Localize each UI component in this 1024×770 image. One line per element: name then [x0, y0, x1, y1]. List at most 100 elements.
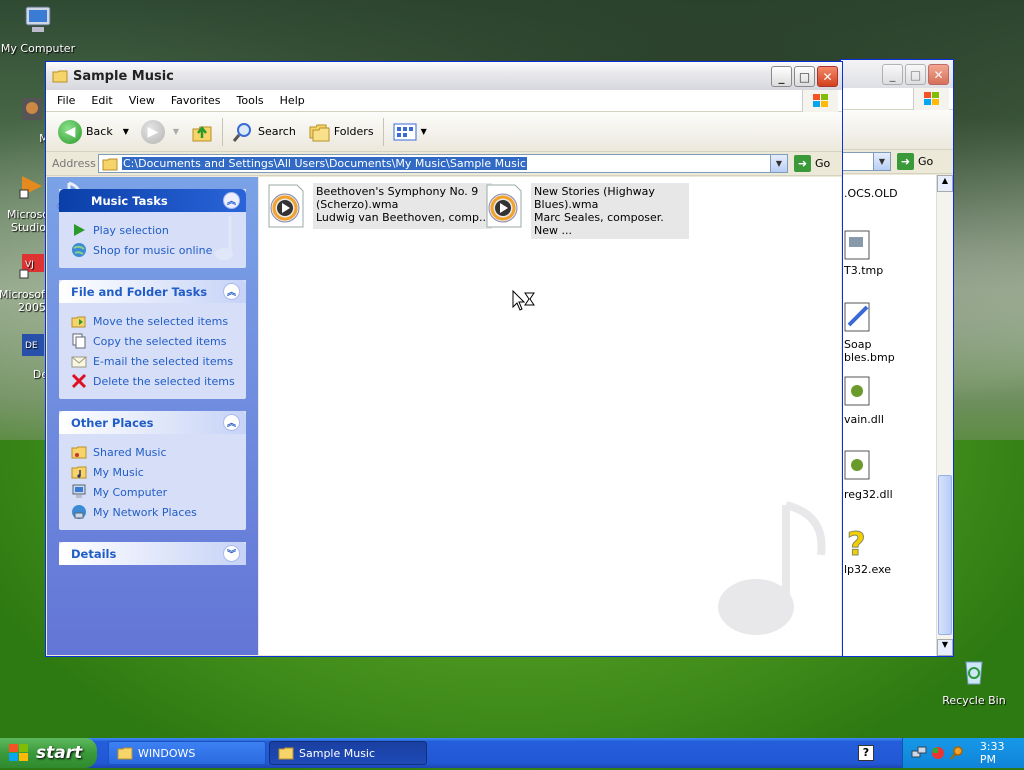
views-icon — [393, 123, 417, 140]
folders-button[interactable]: Folders — [302, 117, 380, 147]
maximize-button[interactable]: □ — [905, 64, 926, 85]
dll-file-icon[interactable] — [841, 375, 875, 407]
file-item-beethoven[interactable]: Beethoven's Symphony No. 9 (Scherzo).wma… — [265, 183, 493, 229]
menu-view[interactable]: View — [121, 94, 163, 107]
collapse-chevron-icon[interactable]: ︽ — [223, 192, 240, 209]
views-dropdown-icon[interactable]: ▼ — [421, 127, 427, 136]
window-title: Sample Music — [73, 68, 174, 84]
forward-button[interactable]: ▶ ▼ — [135, 117, 185, 147]
file-label[interactable]: lp32.exe — [844, 563, 891, 576]
file-label[interactable]: .OCS.OLD — [844, 187, 898, 200]
taskbar-button-windows[interactable]: WINDOWS — [108, 741, 266, 765]
go-button[interactable]: ➜ Go — [897, 153, 933, 170]
up-folder-button[interactable] — [185, 117, 219, 147]
tmp-file-icon[interactable] — [841, 229, 875, 261]
email-icon — [71, 356, 87, 368]
delete-icon — [71, 373, 87, 389]
maximize-button[interactable]: □ — [794, 66, 815, 87]
taskbar: start WINDOWS Sample Music ? 3:33 PM — [0, 738, 1024, 768]
details-header[interactable]: Details ︾ — [59, 542, 246, 565]
back-dropdown-icon[interactable]: ▼ — [123, 127, 129, 136]
taskbar-button-sample-music[interactable]: Sample Music — [269, 741, 427, 765]
file-list-area[interactable]: Beethoven's Symphony No. 9 (Scherzo).wma… — [259, 177, 841, 655]
menu-help[interactable]: Help — [272, 94, 313, 107]
task-move-items[interactable]: Move the selected items — [71, 311, 238, 331]
scroll-down-icon[interactable]: ▼ — [937, 639, 953, 656]
copy-icon — [72, 333, 86, 349]
collapse-chevron-icon[interactable]: ︽ — [223, 414, 240, 431]
busy-cursor-icon — [512, 290, 535, 311]
clock[interactable]: 3:33 PM — [980, 740, 1024, 766]
devcpp-icon: DE — [22, 334, 44, 356]
back-button[interactable]: ◀ Back ▼ — [52, 117, 135, 147]
place-my-computer[interactable]: My Computer — [71, 482, 238, 502]
views-button[interactable]: ▼ — [387, 117, 433, 147]
background-explorer-window[interactable]: _ □ ✕ ▼ ➜ Go .OCS.OLD T3.tmp Soap bles.bm… — [840, 59, 954, 657]
help-icon[interactable]: ? — [858, 745, 874, 761]
task-pane: Music Tasks ︽ Play selection Shop for mu… — [47, 177, 258, 655]
wma-file-icon — [486, 184, 522, 228]
recycle-bin-icon — [965, 661, 983, 685]
vertical-scrollbar[interactable]: ▲ ▼ — [936, 175, 953, 656]
file-label[interactable]: T3.tmp — [844, 264, 883, 277]
file-name-line1: Beethoven's Symphony No. 9 — [316, 185, 479, 198]
search-tray-icon[interactable] — [949, 745, 965, 761]
search-button[interactable]: Search — [226, 117, 302, 147]
close-button[interactable]: ✕ — [817, 66, 838, 87]
help-question-icon[interactable]: ? — [841, 525, 875, 559]
security-tray-icon[interactable] — [930, 745, 946, 761]
place-shared-music[interactable]: Shared Music — [71, 442, 238, 462]
start-button[interactable]: start — [0, 738, 97, 768]
forward-arrow-icon: ▶ — [140, 119, 165, 144]
shortcut-app-icon — [22, 98, 42, 120]
file-label[interactable]: vain.dll — [844, 413, 884, 426]
background-window-titlebar[interactable]: _ □ ✕ — [841, 60, 953, 88]
address-dropdown-icon[interactable]: ▼ — [770, 155, 787, 172]
menu-file[interactable]: File — [46, 94, 83, 107]
details-panel: Details ︾ — [59, 542, 246, 565]
collapse-chevron-icon[interactable]: ︽ — [223, 283, 240, 300]
file-folder-tasks-header[interactable]: File and Folder Tasks ︽ — [59, 280, 246, 303]
place-my-network-places[interactable]: My Network Places — [71, 502, 238, 522]
desktop-icon-recycle-bin[interactable]: Recycle Bin — [936, 656, 1012, 707]
menu-bar: File Edit View Favorites Tools Help — [46, 90, 842, 112]
file-item-new-stories[interactable]: New Stories (Highway Blues).wma Marc Sea… — [483, 183, 689, 239]
forward-dropdown-icon[interactable]: ▼ — [173, 127, 179, 136]
file-label[interactable]: reg32.dll — [844, 488, 893, 501]
folder-icon — [278, 747, 294, 760]
menu-edit[interactable]: Edit — [83, 94, 120, 107]
bmp-file-icon[interactable] — [841, 301, 875, 333]
scrollbar-thumb[interactable] — [938, 475, 952, 635]
explorer-window[interactable]: Sample Music _ □ ✕ File Edit View Favori… — [45, 61, 843, 657]
go-button[interactable]: ➜ Go — [794, 155, 830, 172]
go-arrow-icon: ➜ — [794, 155, 811, 172]
other-places-header[interactable]: Other Places ︽ — [59, 411, 246, 434]
shared-folder-icon — [71, 446, 87, 459]
file-name-line2: Blues).wma — [534, 198, 599, 211]
minimize-button[interactable]: _ — [771, 66, 792, 87]
scroll-up-icon[interactable]: ▲ — [937, 175, 953, 192]
menu-tools[interactable]: Tools — [229, 94, 272, 107]
task-email-items[interactable]: E-mail the selected items — [71, 351, 238, 371]
music-tasks-header[interactable]: Music Tasks ︽ — [59, 189, 246, 212]
music-note-watermark-icon — [718, 501, 826, 635]
file-artist: Marc Seales, composer. New ... — [534, 211, 664, 237]
dll-file-icon[interactable] — [841, 449, 875, 481]
place-my-music[interactable]: My Music — [71, 462, 238, 482]
file-name-line1: New Stories (Highway — [534, 185, 655, 198]
menu-favorites[interactable]: Favorites — [163, 94, 229, 107]
desktop-icon-label: Recycle Bin — [942, 694, 1006, 707]
desktop-icon-my-computer[interactable]: My Computer — [0, 4, 76, 55]
address-input[interactable]: C:\Documents and Settings\All Users\Docu… — [98, 154, 788, 173]
expand-chevron-icon[interactable]: ︾ — [223, 545, 240, 562]
svg-text:DE: DE — [25, 341, 38, 351]
network-tray-icon[interactable] — [911, 745, 927, 761]
task-copy-items[interactable]: Copy the selected items — [71, 331, 238, 351]
close-button[interactable]: ✕ — [928, 64, 949, 85]
file-label[interactable]: Soap bles.bmp — [844, 338, 904, 364]
minimize-button[interactable]: _ — [882, 64, 903, 85]
window-titlebar[interactable]: Sample Music _ □ ✕ — [46, 62, 842, 90]
address-dropdown[interactable]: ▼ — [873, 153, 890, 170]
address-label: Address — [52, 157, 96, 170]
task-delete-items[interactable]: Delete the selected items — [71, 371, 238, 391]
